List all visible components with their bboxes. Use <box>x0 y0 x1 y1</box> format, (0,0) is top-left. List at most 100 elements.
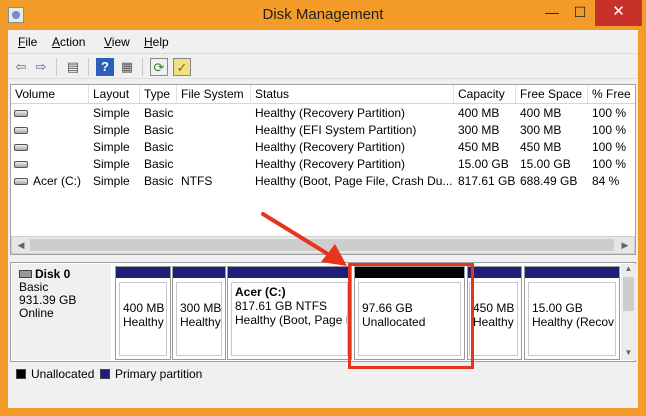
scroll-up-arrow-icon[interactable]: ▲ <box>621 264 636 273</box>
volume-status: Healthy (Recovery Partition) <box>255 157 406 171</box>
volume-type: Basic <box>144 106 174 120</box>
partition-recovery-400mb[interactable]: 400 MB Healthy <box>115 266 171 360</box>
col-pct-free[interactable]: % Free <box>588 85 635 103</box>
partition-status: Healthy <box>180 315 221 329</box>
minimize-button[interactable]: — <box>538 0 566 26</box>
scroll-right-arrow-icon[interactable]: ▶ <box>617 238 633 252</box>
col-type[interactable]: Type <box>140 85 177 103</box>
col-file-system[interactable]: File System <box>177 85 251 103</box>
primary-partition-bar <box>173 267 225 278</box>
volume-free: 688.49 GB <box>520 174 578 188</box>
disk-icon <box>19 270 32 278</box>
forward-arrow-icon[interactable]: ⇨ <box>32 58 50 76</box>
volume-free: 300 MB <box>520 123 562 137</box>
vscroll-thumb[interactable] <box>623 277 634 311</box>
volume-status: Healthy (Recovery Partition) <box>255 140 406 154</box>
help-icon[interactable]: ? <box>96 58 114 76</box>
volume-row[interactable]: Simple Basic Healthy (Recovery Partition… <box>11 139 635 156</box>
rescan-disks-icon[interactable]: ✓ <box>173 58 191 76</box>
partition-size: 450 MB <box>473 301 515 315</box>
partition-title: Acer (C:) <box>235 285 286 299</box>
volume-status: Healthy (EFI System Partition) <box>255 123 417 137</box>
menu-file-label: ile <box>25 35 38 49</box>
primary-partition-bar <box>525 267 619 278</box>
legend-label-primary: Primary partition <box>115 367 203 381</box>
close-button[interactable]: ✕ <box>595 0 642 26</box>
toolbar: ⇦ ⇨ ▤ ? ▦ ⟳ ✓ <box>8 53 638 79</box>
volume-fs <box>177 105 251 122</box>
partition-efi-300mb[interactable]: 300 MB Healthy <box>172 266 226 360</box>
maximize-button[interactable]: ☐ <box>566 0 594 26</box>
col-volume[interactable]: Volume <box>11 85 89 103</box>
primary-partition-bar <box>468 267 521 278</box>
volume-row[interactable]: Acer (C:) Simple Basic NTFS Healthy (Boo… <box>11 173 635 190</box>
volume-capacity: 300 MB <box>458 123 500 137</box>
partition-size: 817.61 GB NTFS <box>235 299 328 313</box>
volume-pct: 100 % <box>592 157 627 171</box>
volume-name <box>29 122 89 139</box>
volume-fs <box>177 156 251 173</box>
volume-capacity: 817.61 GB <box>458 174 516 188</box>
volume-free: 400 MB <box>520 106 562 120</box>
volume-disk-icon <box>14 161 28 168</box>
legend: Unallocated Primary partition <box>10 364 636 384</box>
volume-fs: NTFS <box>181 174 213 188</box>
volume-free: 15.00 GB <box>520 157 571 171</box>
volume-type: Basic <box>144 157 174 171</box>
col-capacity[interactable]: Capacity <box>454 85 516 103</box>
volume-row[interactable]: Simple Basic Healthy (Recovery Partition… <box>11 105 635 122</box>
annotation-highlight-box <box>348 263 474 369</box>
partition-size: 400 MB <box>123 301 165 315</box>
volume-layout: Simple <box>93 157 130 171</box>
title-bar[interactable]: Disk Management — ☐ ✕ <box>0 0 646 30</box>
toolbar-separator <box>56 58 57 76</box>
col-status[interactable]: Status <box>251 85 454 103</box>
refresh-icon[interactable]: ⟳ <box>150 58 168 76</box>
disk-view-vscrollbar[interactable]: ▲ ▼ <box>621 264 636 360</box>
partition-status: Healthy (Boot, Page F <box>235 313 348 327</box>
volume-disk-icon <box>14 127 28 134</box>
volume-capacity: 400 MB <box>458 106 500 120</box>
volume-list-header: Volume Layout Type File System Status Ca… <box>11 85 635 104</box>
back-arrow-icon[interactable]: ⇦ <box>12 58 30 76</box>
volume-layout: Simple <box>93 123 130 137</box>
partition-recovery-15gb[interactable]: 15.00 GB Healthy (Recov <box>524 266 620 360</box>
partition-body: 300 MB Healthy <box>176 282 222 356</box>
menu-action-key: A <box>52 35 61 49</box>
volume-disk-icon <box>14 110 28 117</box>
partition-recovery-450mb[interactable]: 450 MB Healthy <box>467 266 522 360</box>
legend-label-unallocated: Unallocated <box>31 367 95 381</box>
partition-title <box>180 287 221 301</box>
menu-view[interactable]: View <box>104 35 130 49</box>
volume-row[interactable]: Simple Basic Healthy (EFI System Partiti… <box>11 122 635 139</box>
scroll-left-arrow-icon[interactable]: ◀ <box>13 238 29 252</box>
disk-management-window: Disk Management — ☐ ✕ File Action View H… <box>0 0 646 416</box>
partition-status: Healthy (Recov <box>532 315 615 329</box>
volume-name <box>29 105 89 122</box>
disk-state: Online <box>19 306 54 320</box>
properties-icon[interactable]: ▦ <box>118 58 136 76</box>
col-layout[interactable]: Layout <box>89 85 140 103</box>
volume-row[interactable]: Simple Basic Healthy (Recovery Partition… <box>11 156 635 173</box>
partition-body: Acer (C:) 817.61 GB NTFS Healthy (Boot, … <box>231 282 348 356</box>
volume-name <box>29 156 89 173</box>
scroll-down-arrow-icon[interactable]: ▼ <box>621 348 636 357</box>
partition-title <box>532 287 615 301</box>
show-hide-console-tree-icon[interactable]: ▤ <box>64 58 82 76</box>
volume-disk-icon <box>14 144 28 151</box>
menu-file[interactable]: File <box>18 35 37 49</box>
disk-name-text: Disk 0 <box>35 267 71 281</box>
volume-layout: Simple <box>93 106 130 120</box>
toolbar-separator <box>88 58 89 76</box>
menu-help-label: elp <box>152 35 169 49</box>
col-free-space[interactable]: Free Space <box>516 85 588 103</box>
menu-action[interactable]: Action <box>52 35 85 49</box>
disk-0-label[interactable]: Disk 0 Basic 931.39 GB Online <box>12 264 111 360</box>
volume-capacity: 450 MB <box>458 140 500 154</box>
volume-status: Healthy (Boot, Page File, Crash Du... <box>255 174 453 188</box>
volume-layout: Simple <box>93 174 130 188</box>
menu-help[interactable]: Help <box>144 35 169 49</box>
partition-size: 300 MB <box>180 301 222 315</box>
partition-acer-c[interactable]: Acer (C:) 817.61 GB NTFS Healthy (Boot, … <box>227 266 352 360</box>
legend-swatch-primary <box>100 369 110 379</box>
